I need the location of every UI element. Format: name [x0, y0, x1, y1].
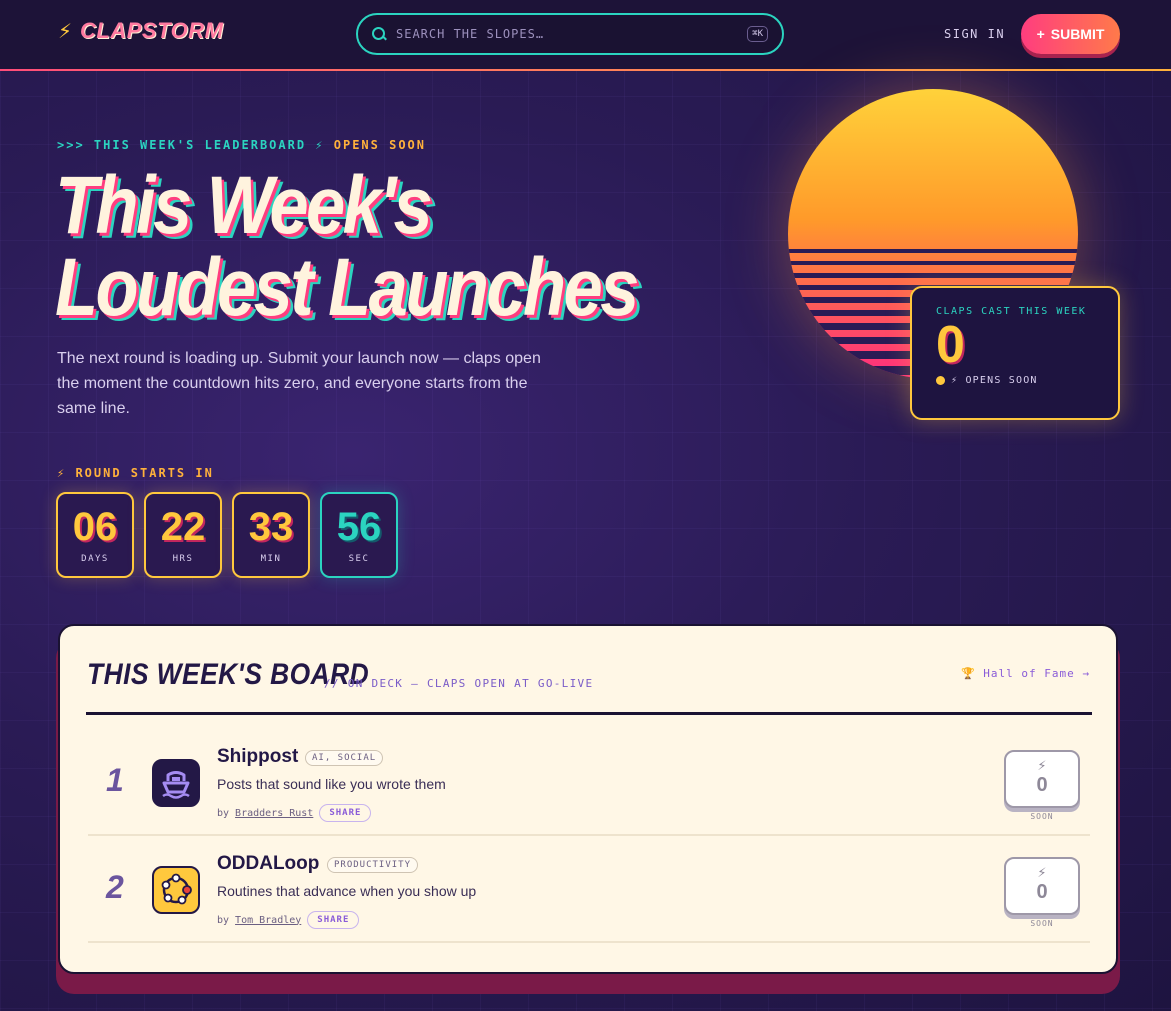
maker-byline: by Bradders Rust SHARE — [217, 804, 372, 822]
countdown-label: ⚡ ROUND STARTS IN — [57, 466, 214, 480]
leaderboard-row[interactable]: 1 Shippost AI, SOCIAL Posts that sound l… — [88, 732, 1090, 836]
shortcut-badge: ⌘K — [747, 26, 768, 42]
product-name[interactable]: ODDALoop — [217, 853, 319, 875]
brand-name: CLAPSTORM — [80, 18, 224, 43]
hero-eyebrow: >>> THIS WEEK'S LEADERBOARD ⚡ OPENS SOON — [57, 138, 426, 152]
countdown-minutes: 33 MIN — [232, 492, 310, 578]
rank-number: 1 — [106, 762, 124, 798]
header-divider — [0, 69, 1171, 71]
by-label: by — [217, 807, 230, 819]
clap-button[interactable]: ⚡ 0 — [1004, 750, 1080, 808]
category-tag[interactable]: AI, SOCIAL — [305, 750, 384, 766]
leaderboard-row[interactable]: 2 ODDALoop PRODUCTIVITY Routines that ad… — [88, 839, 1090, 943]
search-bar[interactable]: ⌘K — [356, 13, 784, 55]
rank-number: 2 — [106, 869, 124, 905]
search-icon — [372, 27, 386, 41]
maker-byline: by Tom Bradley SHARE — [217, 911, 360, 929]
claps-cast-card: CLAPS CAST THIS WEEK 0 ⚡ OPENS SOON — [910, 286, 1120, 420]
hero-description: The next round is loading up. Submit you… — [57, 350, 541, 417]
top-nav: ⚡ CLAPSTORM ⌘K SIGN IN + SUBMIT — [0, 0, 1171, 70]
oddaloop-logo-icon — [152, 866, 200, 914]
category-tag[interactable]: PRODUCTIVITY — [327, 857, 419, 873]
clap-count: 0 — [1036, 881, 1048, 903]
by-label: by — [217, 914, 230, 926]
lightning-icon: ⚡ — [1037, 759, 1047, 774]
product-tagline: Routines that advance when you show up — [217, 883, 477, 899]
shippost-logo-icon — [152, 759, 200, 807]
claps-card-value: 0 — [936, 316, 965, 374]
countdown-days: 06 DAYS — [56, 492, 134, 578]
board-subtitle: // ON DECK — CLAPS OPEN AT GO-LIVE — [324, 677, 594, 690]
hero-title-line1: This Week's — [55, 160, 433, 251]
countdown-value: 33 — [248, 505, 294, 549]
brand-logo[interactable]: ⚡ CLAPSTORM — [58, 18, 223, 44]
product-name[interactable]: Shippost — [217, 746, 298, 768]
eyebrow-prefix: >>> THIS WEEK'S LEADERBOARD ⚡ — [57, 138, 325, 152]
share-button[interactable]: SHARE — [319, 804, 372, 822]
eyebrow-status: OPENS SOON — [333, 138, 426, 152]
clap-status: SOON — [1030, 919, 1054, 928]
countdown-seconds: 56 SEC — [320, 492, 398, 578]
clap-count: 0 — [1036, 774, 1048, 796]
lightning-icon: ⚡ — [58, 19, 73, 43]
countdown-unit: DAYS — [81, 554, 109, 564]
clap-button[interactable]: ⚡ 0 — [1004, 857, 1080, 915]
product-tagline: Posts that sound like you wrote them — [217, 776, 446, 792]
countdown-unit: MIN — [260, 554, 282, 564]
maker-link[interactable]: Bradders Rust — [235, 808, 313, 819]
hero-title: This Week's Loudest Launches — [55, 165, 639, 329]
hero-title-line2: Loudest Launches — [55, 242, 639, 333]
submit-label: SUBMIT — [1050, 26, 1105, 42]
countdown-unit: HRS — [172, 554, 194, 564]
sign-in-link[interactable]: SIGN IN — [944, 27, 1005, 41]
claps-card-status: ⚡ OPENS SOON — [936, 375, 1094, 386]
countdown-unit: SEC — [348, 554, 370, 564]
search-input[interactable] — [396, 27, 748, 41]
submit-button[interactable]: + SUBMIT — [1021, 14, 1120, 54]
countdown-value: 56 — [336, 505, 382, 549]
status-dot-icon — [936, 376, 945, 385]
countdown-hours: 22 HRS — [144, 492, 222, 578]
countdown-value: 06 — [72, 505, 118, 549]
maker-link[interactable]: Tom Bradley — [235, 915, 301, 926]
claps-status-text: ⚡ OPENS SOON — [951, 375, 1038, 386]
plus-icon: + — [1036, 26, 1045, 42]
clap-status: SOON — [1030, 812, 1054, 821]
leaderboard: THIS WEEK'S BOARD // ON DECK — CLAPS OPE… — [58, 624, 1118, 974]
board-divider — [86, 712, 1092, 715]
lightning-icon: ⚡ — [1037, 866, 1047, 881]
share-button[interactable]: SHARE — [307, 911, 360, 929]
countdown-value: 22 — [160, 505, 206, 549]
hall-of-fame-link[interactable]: 🏆 Hall of Fame → — [961, 667, 1090, 680]
